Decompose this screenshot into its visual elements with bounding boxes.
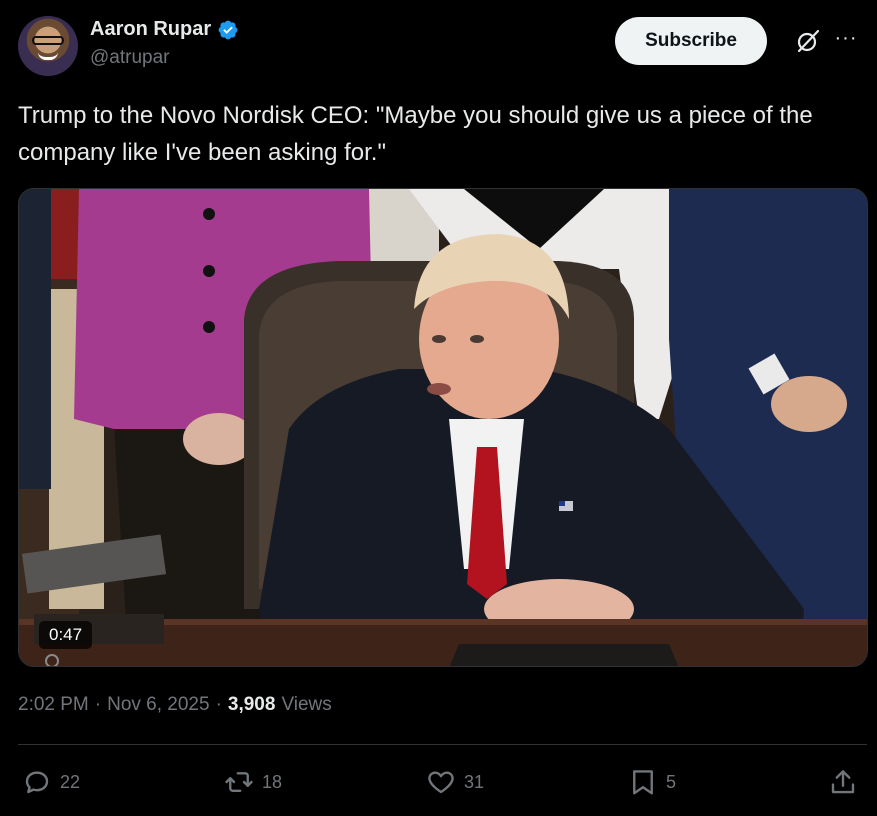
views-count[interactable]: 3,908	[228, 694, 276, 716]
like-button[interactable]: 31	[426, 760, 484, 804]
avatar-glasses	[32, 36, 64, 45]
meta-separator-2: ·	[215, 694, 222, 715]
author-handle[interactable]: @atrupar	[90, 47, 239, 69]
bookmark-icon	[633, 770, 653, 795]
video-duration-badge: 0:47	[39, 621, 93, 649]
share-button[interactable]	[828, 760, 858, 804]
repost-icon	[225, 772, 253, 792]
author-info: Aaron Rupar @atrupar	[90, 18, 239, 69]
tweet-time[interactable]: 2:02 PM	[18, 694, 89, 716]
reply-button[interactable]: 22	[22, 760, 80, 804]
author-name-row: Aaron Rupar	[90, 18, 239, 41]
like-count: 31	[464, 771, 485, 792]
reply-count: 22	[60, 771, 81, 792]
meta-separator: ·	[94, 694, 102, 715]
bookmark-count: 5	[666, 771, 677, 792]
tweet-date[interactable]: Nov 6, 2025	[107, 694, 209, 716]
tweet-header: Aaron Rupar @atrupar Subscribe ···	[18, 16, 859, 80]
avatar[interactable]	[18, 16, 78, 76]
more-icon[interactable]: ···	[833, 28, 859, 54]
reply-icon	[25, 771, 49, 794]
video-frame	[19, 189, 867, 666]
bookmark-button[interactable]: 5	[628, 760, 676, 804]
author-display-name[interactable]: Aaron Rupar	[90, 18, 211, 41]
tweet-meta: 2:02 PM · Nov 6, 2025 · 3,908 Views	[18, 694, 332, 716]
divider	[18, 744, 867, 745]
repost-count: 18	[262, 771, 283, 792]
like-icon	[428, 771, 454, 794]
action-bar: 22 18 31 5	[18, 760, 863, 804]
subscribe-button[interactable]: Subscribe	[615, 17, 767, 65]
repost-button[interactable]: 18	[224, 760, 282, 804]
views-label: Views	[281, 694, 332, 715]
share-icon	[831, 770, 855, 794]
avatar-smile	[38, 52, 58, 60]
video-player[interactable]: 0:47	[18, 188, 868, 667]
grok-icon[interactable]	[795, 28, 821, 54]
tweet-text: Trump to the Novo Nordisk CEO: "Maybe yo…	[18, 102, 813, 166]
verified-badge-icon[interactable]	[217, 19, 239, 41]
